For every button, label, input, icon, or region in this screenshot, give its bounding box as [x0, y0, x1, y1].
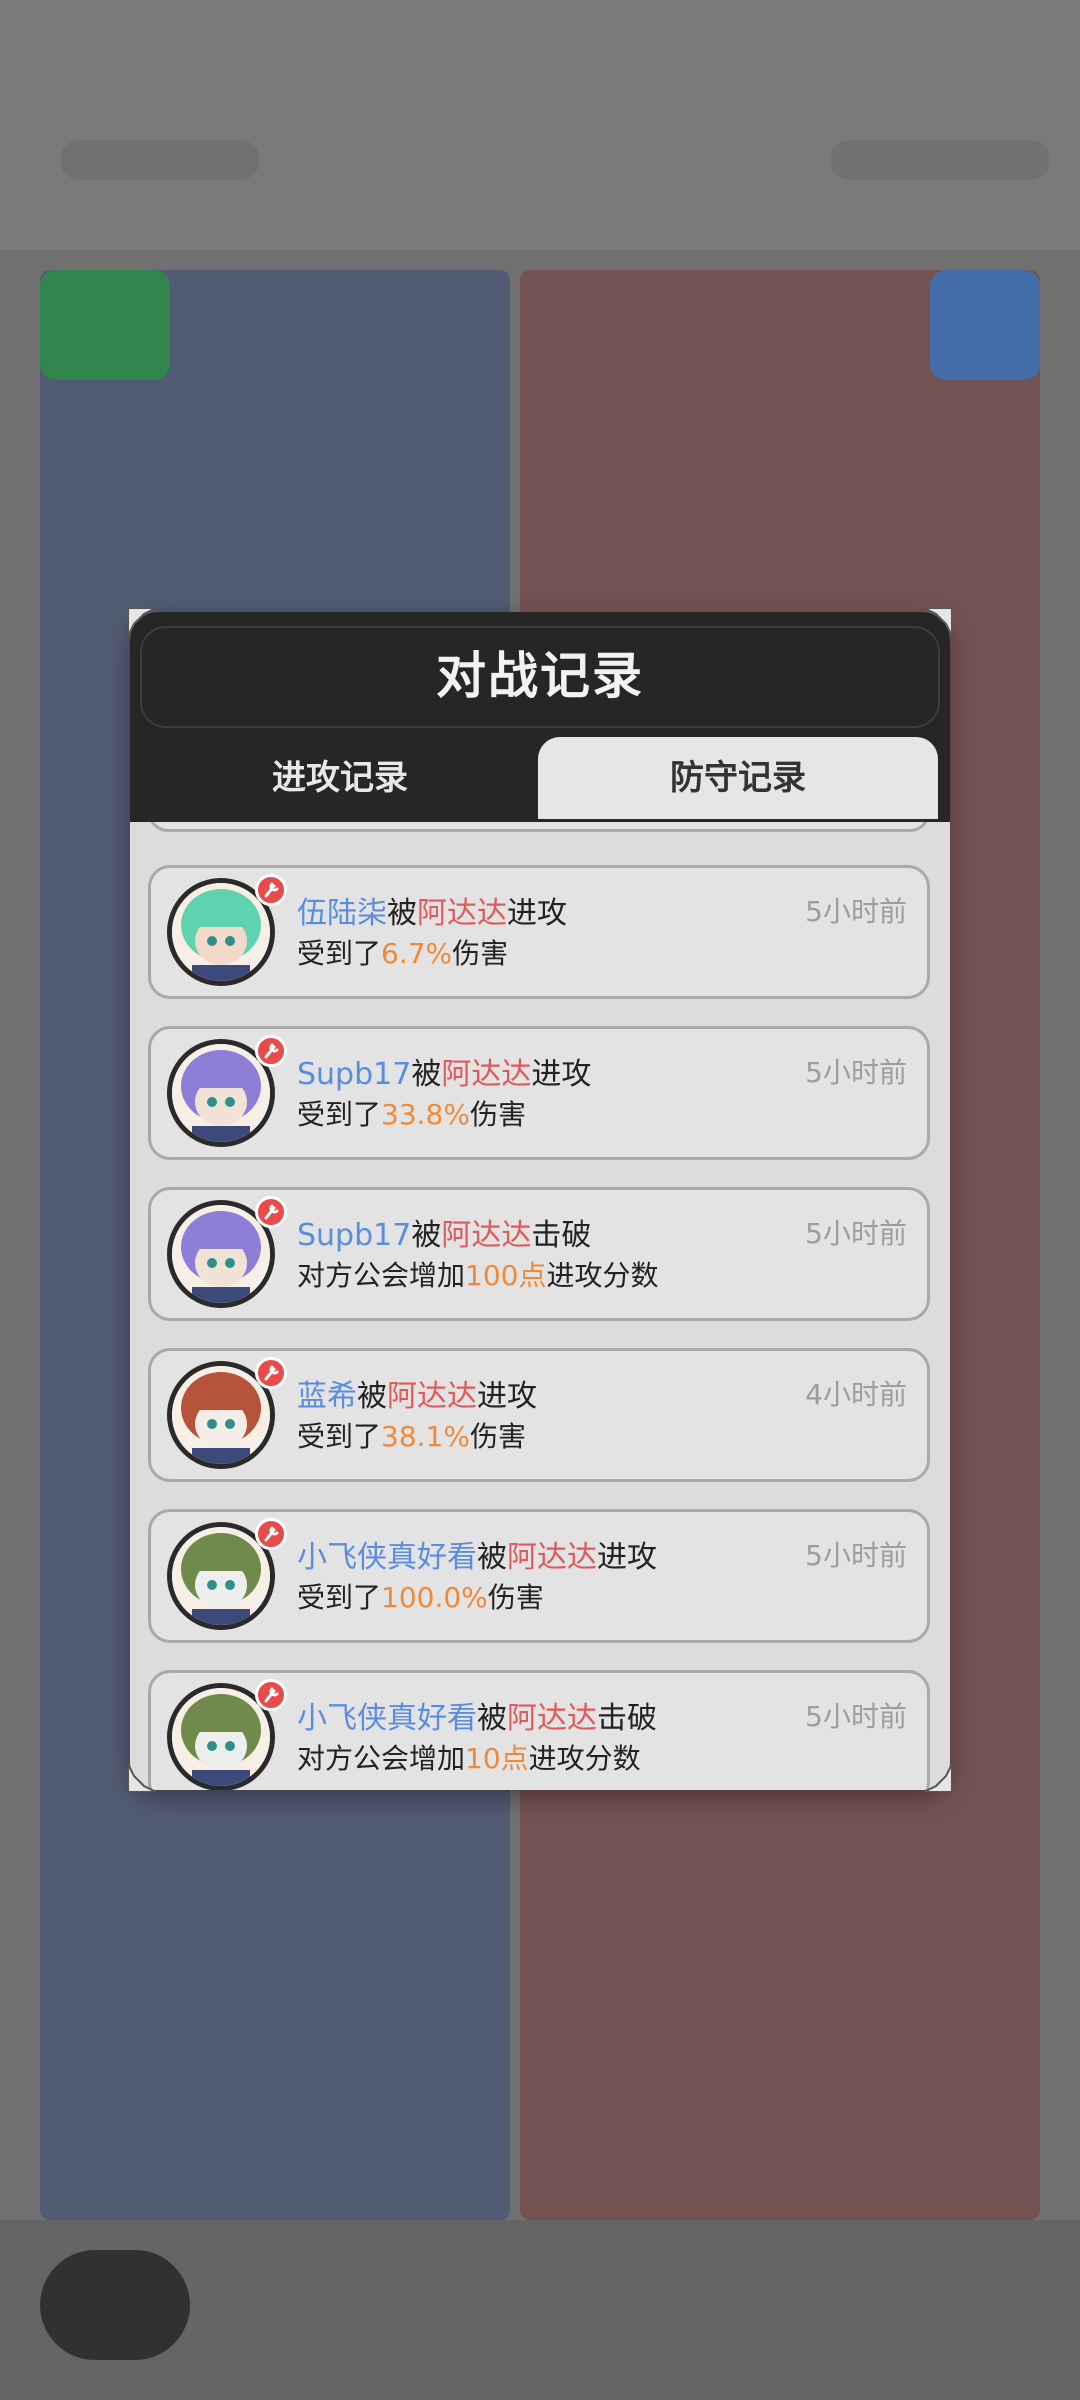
record-time: 5小时前: [805, 1700, 907, 1733]
detail-prefix: 受到了: [297, 1581, 382, 1614]
character-portrait-icon: [172, 1366, 270, 1464]
list-item-partial: [148, 822, 930, 832]
detail-prefix: 受到了: [297, 937, 382, 970]
defender-name[interactable]: Supb17: [297, 1218, 411, 1253]
defender-name[interactable]: 小飞侠真好看: [297, 1540, 477, 1575]
record-title: 小飞侠真好看被阿达达进攻: [297, 1532, 657, 1576]
record-action: 进攻: [477, 1379, 537, 1414]
attacker-name[interactable]: 阿达达: [507, 1701, 597, 1736]
detail-prefix: 受到了: [297, 1420, 382, 1453]
record-title: 小飞侠真好看被阿达达击破: [297, 1693, 657, 1737]
list-item[interactable]: Supb17被阿达达击破 对方公会增加100点进攻分数 5小时前: [148, 1187, 930, 1321]
dialog-header: 对战记录 进攻记录 防守记录: [130, 612, 950, 822]
record-connector: 被: [477, 1540, 507, 1575]
list-item[interactable]: Supb17被阿达达进攻 受到了33.8%伤害 5小时前: [148, 1026, 930, 1160]
record-action: 进攻: [531, 1057, 592, 1092]
defender-name[interactable]: 小飞侠真好看: [297, 1701, 477, 1736]
detail-suffix: 伤害: [487, 1581, 544, 1614]
detail-value: 33.8%: [381, 1098, 470, 1131]
attacker-name[interactable]: 阿达达: [387, 1379, 477, 1414]
record-action: 击破: [531, 1218, 592, 1253]
record-title: 蓝希被阿达达进攻: [297, 1371, 537, 1415]
detail-value: 6.7%: [381, 937, 453, 970]
defender-name[interactable]: 蓝希: [297, 1379, 357, 1414]
record-title: 伍陆柒被阿达达进攻: [297, 888, 567, 932]
background-green-emblem: [40, 270, 170, 380]
record-connector: 被: [477, 1701, 507, 1736]
record-action: 进攻: [597, 1540, 657, 1575]
attacker-name[interactable]: 阿达达: [441, 1057, 531, 1092]
detail-value: 100.0%: [381, 1581, 488, 1614]
record-time: 4小时前: [805, 1378, 907, 1411]
character-portrait-icon: [172, 1527, 270, 1625]
detail-prefix: 受到了: [297, 1098, 382, 1131]
list-item[interactable]: 蓝希被阿达达进攻 受到了38.1%伤害 4小时前: [148, 1348, 930, 1482]
tab-attack-records[interactable]: 进攻记录: [140, 737, 540, 819]
detail-suffix: 伤害: [469, 1420, 526, 1453]
attacker-name[interactable]: 阿达达: [507, 1540, 597, 1575]
defender-name[interactable]: Supb17: [297, 1057, 411, 1092]
character-portrait-icon: [172, 1044, 270, 1142]
background-blue-emblem: [930, 270, 1040, 380]
defender-name[interactable]: 伍陆柒: [297, 896, 387, 931]
list-item[interactable]: 伍陆柒被阿达达进攻 受到了6.7%伤害 5小时前: [148, 865, 930, 999]
record-detail: 对方公会增加10点进攻分数: [297, 1737, 641, 1777]
list-item[interactable]: 小飞侠真好看被阿达达击破 对方公会增加10点进攻分数 5小时前: [148, 1670, 930, 1790]
detail-value: 10点: [465, 1742, 529, 1775]
dialog-title: 对战记录: [436, 647, 644, 705]
wrench-badge-icon: [255, 874, 287, 906]
corner-ornament-icon: [128, 1764, 156, 1792]
wrench-badge-icon: [255, 1679, 287, 1711]
corner-ornament-icon: [924, 1764, 952, 1792]
corner-ornament-icon: [128, 608, 156, 636]
wrench-badge-icon: [255, 1196, 287, 1228]
wrench-badge-icon: [255, 1035, 287, 1067]
character-portrait-icon: [172, 1688, 270, 1786]
detail-prefix: 对方公会增加: [297, 1259, 466, 1292]
character-portrait-icon: [172, 1205, 270, 1303]
record-action: 击破: [597, 1701, 657, 1736]
record-action: 进攻: [507, 896, 567, 931]
record-connector: 被: [411, 1218, 442, 1253]
detail-suffix: 进攻分数: [528, 1742, 641, 1775]
list-item[interactable]: 小飞侠真好看被阿达达进攻 受到了100.0%伤害 5小时前: [148, 1509, 930, 1643]
detail-suffix: 进攻分数: [546, 1259, 659, 1292]
detail-prefix: 对方公会增加: [297, 1742, 466, 1775]
detail-suffix: 伤害: [452, 937, 509, 970]
record-connector: 被: [357, 1379, 387, 1414]
corner-ornament-icon: [924, 608, 952, 636]
record-time: 5小时前: [805, 895, 907, 928]
background-button: [40, 2250, 190, 2360]
record-list[interactable]: 伍陆柒被阿达达进攻 受到了6.7%伤害 5小时前 Supb17被阿达达进攻 受到了33.…: [130, 822, 950, 1790]
record-connector: 被: [411, 1057, 442, 1092]
detail-suffix: 伤害: [469, 1098, 526, 1131]
background-top-bar: [0, 0, 1080, 250]
background-left-banner: [60, 140, 260, 180]
record-detail: 受到了33.8%伤害: [297, 1093, 526, 1133]
record-detail: 受到了6.7%伤害: [297, 932, 508, 972]
record-title: Supb17被阿达达击破: [297, 1210, 591, 1254]
record-detail: 对方公会增加100点进攻分数: [297, 1254, 658, 1294]
attacker-name[interactable]: 阿达达: [441, 1218, 531, 1253]
wrench-badge-icon: [255, 1518, 287, 1550]
record-connector: 被: [387, 896, 417, 931]
record-title: Supb17被阿达达进攻: [297, 1049, 591, 1093]
record-time: 5小时前: [805, 1056, 907, 1089]
record-detail: 受到了38.1%伤害: [297, 1415, 526, 1455]
record-time: 5小时前: [805, 1539, 907, 1572]
background-right-banner: [830, 140, 1050, 180]
record-time: 5小时前: [805, 1217, 907, 1250]
detail-value: 38.1%: [381, 1420, 470, 1453]
wrench-badge-icon: [255, 1357, 287, 1389]
character-portrait-icon: [172, 883, 270, 981]
tab-defense-records[interactable]: 防守记录: [538, 737, 938, 819]
battle-record-dialog: 对战记录 进攻记录 防守记录 伍陆柒被阿达达进攻 受到了6.7%伤害 5小时前 Sup…: [130, 612, 950, 1790]
detail-value: 100点: [465, 1259, 547, 1292]
record-detail: 受到了100.0%伤害: [297, 1576, 544, 1616]
attacker-name[interactable]: 阿达达: [417, 896, 507, 931]
